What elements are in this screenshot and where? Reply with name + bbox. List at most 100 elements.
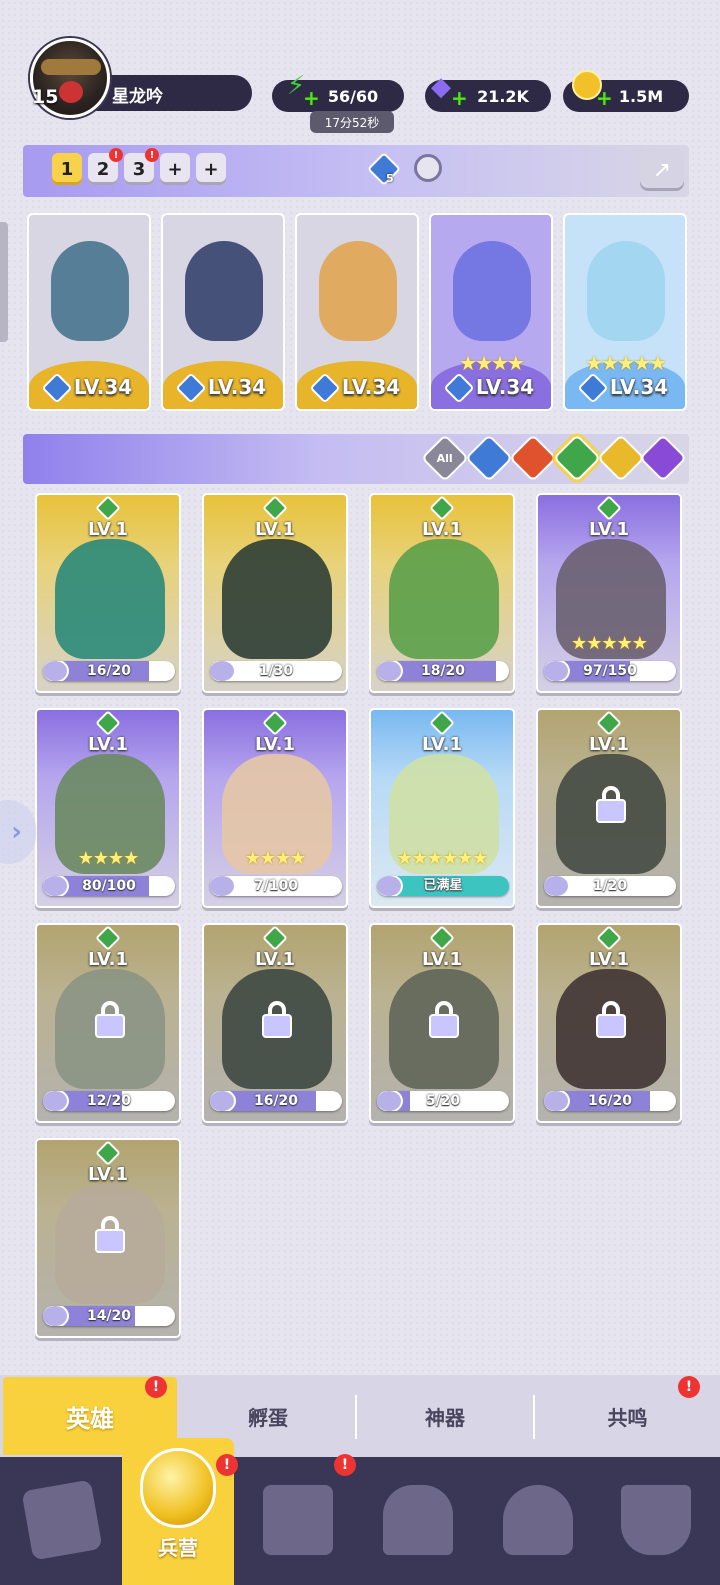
- shard-progress-bar: 已满星: [377, 876, 509, 896]
- hero-card[interactable]: LV.1 ★★★★★★ 已满星: [369, 708, 515, 908]
- shard-progress-bar: 1/20: [544, 876, 676, 896]
- shard-progress-text: 16/20: [587, 1093, 633, 1109]
- avatar-hat: [41, 59, 101, 75]
- hero-stars: ★★★★★: [571, 633, 648, 654]
- team-tab-2-badge: !: [109, 148, 123, 162]
- hero-level: LV.1: [422, 734, 462, 755]
- shard-progress-bar: 5/20: [377, 1091, 509, 1111]
- hero-card[interactable]: LV.1 1/20: [536, 708, 682, 908]
- hero-card[interactable]: LV.1 16/20: [536, 923, 682, 1123]
- hero-stars: ★★★★: [77, 848, 140, 869]
- hero-portrait: [431, 215, 551, 365]
- chevron-right-icon[interactable]: ›: [0, 800, 36, 864]
- hero-card[interactable]: LV.1 ★★★★ 80/100: [35, 708, 181, 908]
- hero-card[interactable]: LV.1 16/20: [202, 923, 348, 1123]
- shard-progress-bar: 16/20: [210, 1091, 342, 1111]
- shard-progress-bar: 1/30: [210, 661, 342, 681]
- team-hero-card[interactable]: LV.34: [295, 213, 419, 411]
- barracks-gem: [140, 1448, 216, 1528]
- hero-level: LV.34: [297, 372, 417, 404]
- lock-icon: [95, 1001, 125, 1039]
- shard-progress-bar: 12/20: [43, 1091, 175, 1111]
- castle-icon[interactable]: [368, 1470, 468, 1570]
- hero-level: LV.1: [422, 519, 462, 540]
- hero-level: LV.1: [589, 734, 629, 755]
- side-handle[interactable]: [0, 222, 8, 342]
- hero-level: LV.1: [255, 519, 295, 540]
- magnifier-icon[interactable]: [414, 154, 442, 182]
- hero-portrait: [163, 215, 283, 365]
- lock-icon: [596, 1001, 626, 1039]
- hero-level: LV.1: [88, 949, 128, 970]
- team-tab-add-1[interactable]: +: [160, 153, 190, 185]
- water-element-icon: [443, 372, 475, 404]
- guild-icon[interactable]: [606, 1470, 706, 1570]
- hero-level: LV.34: [565, 372, 685, 404]
- shard-progress-bar: 97/150: [544, 661, 676, 681]
- team-hero-card[interactable]: ★★★★ LV.34: [429, 213, 553, 411]
- hero-level: LV.1: [422, 949, 462, 970]
- lock-icon: [262, 1001, 292, 1039]
- gold-value: 1.5M: [618, 86, 664, 106]
- player-level: 15: [32, 86, 59, 108]
- hero-level: LV.1: [255, 949, 295, 970]
- shard-progress-text: 7/100: [253, 878, 299, 894]
- hero-card[interactable]: LV.1 14/20: [35, 1138, 181, 1338]
- gems-plus-icon[interactable]: +: [451, 86, 468, 110]
- hero-card[interactable]: LV.1 ★★★★★ 97/150: [536, 493, 682, 693]
- shard-progress-bar: 7/100: [210, 876, 342, 896]
- water-element-icon: [309, 372, 341, 404]
- shard-progress-text: 5/20: [425, 1093, 461, 1109]
- team-hero-card[interactable]: LV.34: [27, 213, 151, 411]
- water-element-icon: [175, 372, 207, 404]
- hero-portrait: [29, 215, 149, 365]
- share-icon[interactable]: ↗: [640, 149, 684, 191]
- water-element-icon: [577, 372, 609, 404]
- shard-progress-text: 1/20: [592, 878, 628, 894]
- hero-card[interactable]: LV.1 5/20: [369, 923, 515, 1123]
- tab-artifact[interactable]: 神器: [357, 1377, 533, 1455]
- shard-progress-bar: 16/20: [544, 1091, 676, 1111]
- team-hero-card[interactable]: ★★★★★ LV.34: [563, 213, 687, 411]
- avatar-face: [59, 81, 83, 103]
- hero-card[interactable]: LV.1 16/20: [35, 493, 181, 693]
- shard-progress-text: 18/20: [420, 663, 466, 679]
- hero-card[interactable]: LV.1 12/20: [35, 923, 181, 1123]
- hero-card[interactable]: LV.1 1/30: [202, 493, 348, 693]
- lock-icon: [596, 786, 626, 824]
- shard-progress-text: 97/150: [583, 663, 637, 679]
- shard-progress-text: 已满星: [423, 878, 463, 893]
- tab-resonance-badge: !: [678, 1376, 700, 1398]
- tab-heroes-badge: !: [145, 1376, 167, 1398]
- shard-progress-bar: 16/20: [43, 661, 175, 681]
- player-name: 星龙吟: [112, 87, 163, 107]
- shard-progress-bar: 14/20: [43, 1306, 175, 1326]
- lock-icon: [429, 1001, 459, 1039]
- team-hero-card[interactable]: LV.34: [161, 213, 285, 411]
- gold-plus-icon[interactable]: +: [596, 86, 613, 110]
- water-element-icon: [41, 372, 73, 404]
- shard-progress-bar: 80/100: [43, 876, 175, 896]
- hero-stars: ★★★★: [244, 848, 307, 869]
- cards-icon[interactable]: [12, 1470, 112, 1570]
- team-tab-1[interactable]: 1: [52, 153, 82, 185]
- team-tab-3-badge: !: [145, 148, 159, 162]
- map-badge: !: [334, 1454, 356, 1476]
- hero-card[interactable]: LV.1 ★★★★ 7/100: [202, 708, 348, 908]
- hero-card[interactable]: LV.1 18/20: [369, 493, 515, 693]
- shard-progress-text: 16/20: [86, 663, 132, 679]
- map-icon[interactable]: [248, 1470, 348, 1570]
- team-tab-add-2[interactable]: +: [196, 153, 226, 185]
- energy-plus-icon[interactable]: +: [303, 86, 320, 110]
- lock-icon: [95, 1216, 125, 1254]
- energy-timer: 17分52秒: [310, 111, 394, 133]
- hero-level: LV.1: [88, 519, 128, 540]
- team-element-count: 5: [386, 172, 394, 185]
- hero-level: LV.1: [88, 734, 128, 755]
- shard-progress-text: 12/20: [86, 1093, 132, 1109]
- shard-progress-text: 1/30: [258, 663, 294, 679]
- hero-level: LV.1: [589, 519, 629, 540]
- hero-stars: ★★★★: [459, 351, 525, 375]
- mushroom-icon[interactable]: [488, 1470, 588, 1570]
- shard-progress-text: 80/100: [82, 878, 136, 894]
